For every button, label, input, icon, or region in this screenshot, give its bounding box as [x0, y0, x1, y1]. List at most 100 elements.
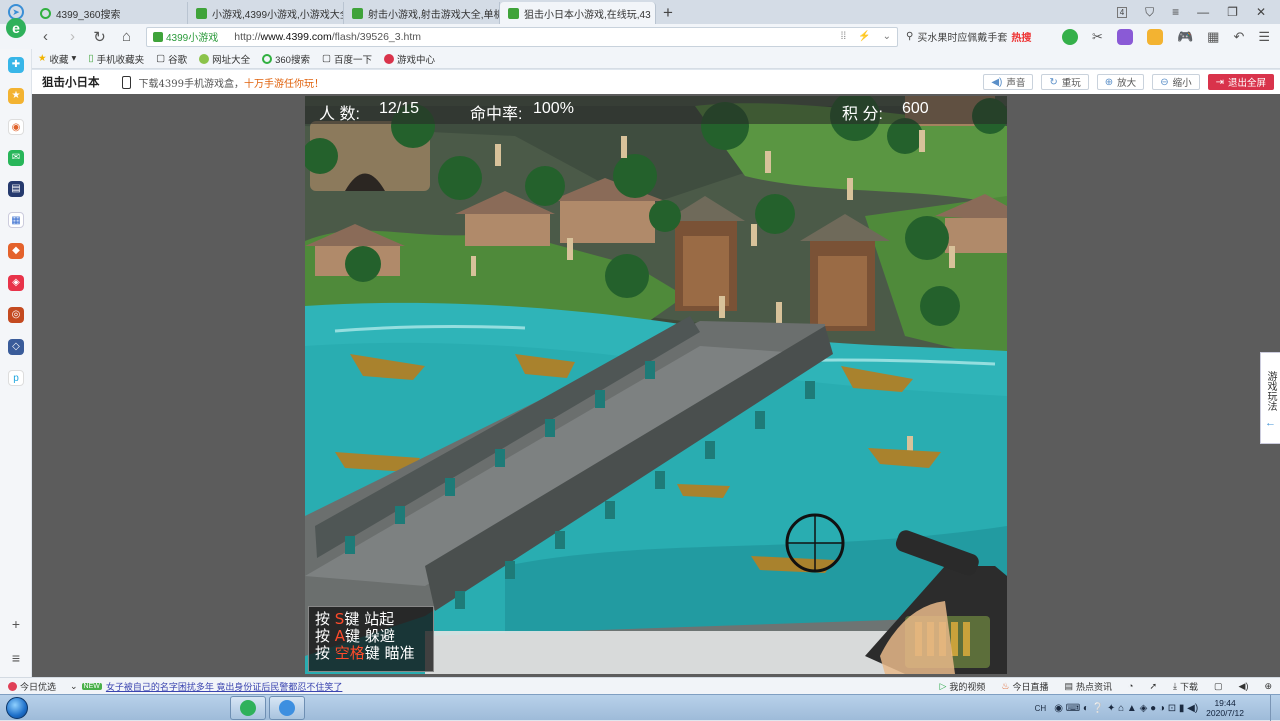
sidebar-doc-icon[interactable]: ▦: [8, 212, 24, 228]
sidebar-plus-icon[interactable]: ✚: [8, 57, 24, 73]
live-today[interactable]: ♨今日直播: [1001, 680, 1048, 693]
taskbar-qq[interactable]: [269, 696, 305, 720]
promo-highlight: 十万手游任你玩！: [244, 79, 324, 90]
window-icon[interactable]: ▢: [1214, 681, 1223, 692]
people-count-label: 人 数:: [319, 100, 360, 124]
bookmark-favorites[interactable]: ★收藏 ▾: [38, 52, 76, 66]
bookmark-label: 网址大全: [212, 52, 250, 66]
tray-icons[interactable]: ◉ ⌨ ◐ ❔ ✦ ⌂ ▲ ◈ ● ◑ ⊡ ▮ ◀): [1054, 703, 1198, 714]
compat-mode-icon[interactable]: ⁞⁞: [841, 31, 847, 42]
speedometer-icon[interactable]: ◔: [1128, 681, 1133, 691]
chat-icon[interactable]: [1062, 29, 1078, 45]
sidebar-weibo-icon[interactable]: ◉: [8, 119, 24, 135]
replay-button[interactable]: ↻重玩: [1041, 74, 1088, 90]
shirt-icon[interactable]: ⛉: [1145, 5, 1154, 20]
input-language[interactable]: CH: [1035, 704, 1047, 713]
zoom-out-button[interactable]: ⊖缩小: [1152, 74, 1199, 90]
arrow-left-icon: ←: [1261, 418, 1280, 429]
new-tab-button[interactable]: +: [656, 2, 680, 24]
4399-icon: [508, 8, 519, 19]
url-domain: www.4399.com: [261, 31, 332, 43]
sound-button[interactable]: ◀)声音: [983, 74, 1033, 90]
star-icon: ★: [38, 53, 47, 64]
exit-fullscreen-button[interactable]: ⇥退出全屏: [1208, 74, 1274, 90]
gamepad-icon[interactable]: 🎮: [1177, 29, 1193, 45]
scissors-icon[interactable]: ✂: [1092, 29, 1103, 45]
download-icon: ⤓: [1173, 681, 1177, 692]
address-toolbar: ‹ › ↻ ⌂ 4399小游戏 http://www.4399.com/flas…: [0, 24, 1280, 49]
clock[interactable]: 19:44 2020/7/12: [1206, 698, 1244, 718]
speed-icon[interactable]: ⚡: [858, 31, 870, 42]
search-icon: ⚲: [906, 31, 913, 42]
dropdown-icon[interactable]: ⌄: [883, 31, 891, 42]
restore-icon[interactable]: ❐: [1227, 5, 1238, 19]
sidebar-warrior-icon[interactable]: ◎: [8, 307, 24, 323]
zoom-in-button[interactable]: ⊕放大: [1097, 74, 1144, 90]
translate-icon[interactable]: [1117, 29, 1133, 45]
bookmark-label: 百度一下: [334, 52, 372, 66]
refresh-icon[interactable]: ↻: [86, 28, 113, 46]
bookmark-baidu[interactable]: ▢百度一下: [322, 52, 372, 66]
start-button[interactable]: [6, 697, 28, 719]
rocket-icon[interactable]: ➚: [1149, 681, 1157, 692]
sidebar-menu-icon[interactable]: ≡: [0, 650, 32, 666]
home-icon[interactable]: ⌂: [113, 28, 140, 45]
zoom-out-icon: ⊖: [1160, 77, 1168, 88]
bookmark-360[interactable]: 360搜索: [262, 52, 310, 66]
close-window-icon[interactable]: ✕: [1256, 5, 1266, 19]
sidebar-shop-icon[interactable]: ◈: [8, 275, 24, 291]
search-field[interactable]: ⚲ 买水果时应佩戴手套 热搜: [906, 27, 1046, 47]
site-badge: 4399小游戏: [153, 29, 218, 44]
help-prefix: 按: [315, 627, 335, 645]
sidebar-p-icon[interactable]: p: [8, 370, 24, 386]
zoom-icon[interactable]: ⊕: [1264, 681, 1272, 692]
news-ticker[interactable]: ⌄ NEW 女子被自己的名字困扰多年 竟出身份证后民警都忍不住笑了: [70, 680, 342, 693]
360-search-icon: [40, 8, 51, 19]
more-menu-icon[interactable]: ☰: [1258, 29, 1270, 45]
apps-grid-icon[interactable]: ▦: [1207, 29, 1219, 45]
url-input[interactable]: 4399小游戏 http://www.4399.com/flash/39526_…: [146, 27, 898, 47]
chevron-down-icon: ⌄: [70, 681, 78, 692]
bookmark-google[interactable]: ▢谷歌: [156, 52, 187, 66]
promo-link[interactable]: 下载4399手机游戏盒，十万手游任你玩！: [139, 75, 324, 90]
game-canvas[interactable]: 人 数: 12/15 命中率: 100% 积 分: 600 按 S键 站起 按 …: [305, 96, 1007, 674]
browser-logo-icon[interactable]: e: [6, 18, 26, 38]
undo-icon[interactable]: ↶: [1233, 29, 1244, 45]
hot-news[interactable]: ▤热点资讯: [1065, 680, 1113, 693]
my-videos[interactable]: ▷我的视频: [939, 680, 985, 693]
score-value: 600: [902, 100, 929, 118]
menu-icon[interactable]: ≡: [1172, 5, 1179, 19]
status-bar: 今日优选 ⌄ NEW 女子被自己的名字困扰多年 竟出身份证后民警都忍不住笑了 ▷…: [0, 677, 1280, 694]
tab-4399-home[interactable]: 小游戏,4399小游戏,小游戏大全: [188, 2, 344, 24]
sidebar-add-icon[interactable]: +: [0, 616, 32, 632]
how-to-play-tab[interactable]: 游戏玩法 ←: [1260, 352, 1280, 444]
hot-search-badge: 热搜: [1011, 29, 1031, 44]
clock-time: 19:44: [1206, 698, 1244, 708]
tab-360-search[interactable]: 4399_360搜索: [32, 2, 188, 24]
news-link[interactable]: 女子被自己的名字困扰多年 竟出身份证后民警都忍不住笑了: [106, 680, 343, 693]
sidebar-mail-icon[interactable]: ✉: [8, 150, 24, 166]
4399-icon: [153, 32, 163, 42]
downloads[interactable]: ⤓下载: [1173, 680, 1198, 693]
minimize-icon[interactable]: —: [1197, 5, 1209, 19]
show-desktop-button[interactable]: [1270, 695, 1280, 721]
speaker-icon[interactable]: ◀): [1239, 681, 1249, 692]
forward-icon[interactable]: ›: [59, 28, 86, 45]
bookmark-mobile[interactable]: ▯手机收藏夹: [88, 52, 144, 66]
search-text: 买水果时应佩戴手套: [917, 29, 1007, 44]
today-picks[interactable]: 今日优选: [0, 680, 70, 693]
bookmark-game-center[interactable]: 游戏中心: [384, 52, 435, 66]
back-icon[interactable]: ‹: [32, 28, 59, 45]
game-scene: [305, 96, 1007, 674]
bookmark-hao[interactable]: 网址大全: [199, 52, 250, 66]
sidebar-game-icon[interactable]: ◆: [8, 243, 24, 259]
shield-icon[interactable]: [1147, 29, 1163, 45]
phone-icon: ▯: [88, 53, 93, 64]
sidebar-news-icon[interactable]: ▤: [8, 181, 24, 197]
tab-count-badge[interactable]: 4: [1117, 7, 1127, 18]
tab-shooting-games[interactable]: 射击小游戏,射击游戏大全,单机: [344, 2, 500, 24]
sidebar-star-icon[interactable]: ★: [8, 88, 24, 104]
sidebar-rpg-icon[interactable]: ◇: [8, 339, 24, 355]
tab-sniper-game[interactable]: 狙击小日本小游戏,在线玩,43 ◀ ✕: [500, 2, 656, 24]
taskbar-360-browser[interactable]: [230, 696, 266, 720]
